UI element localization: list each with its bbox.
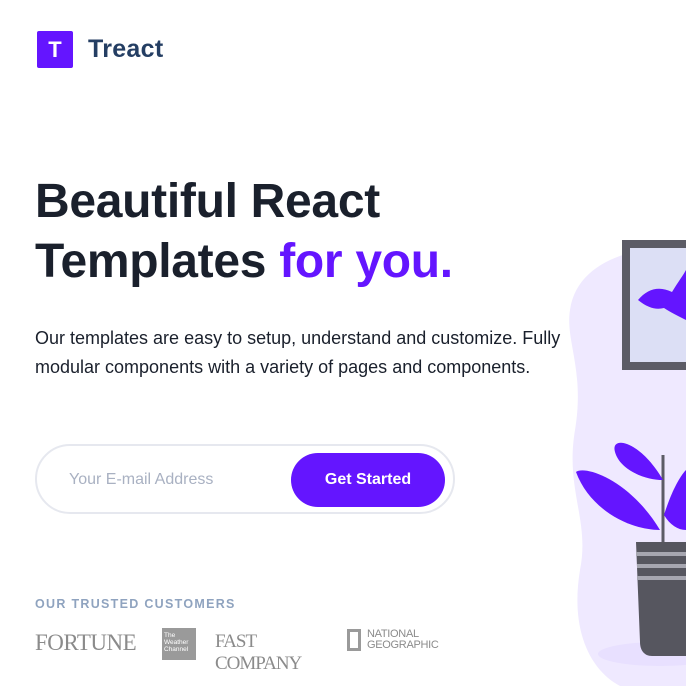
pot-stripe	[637, 564, 686, 568]
natgeo-frame-icon	[347, 629, 361, 651]
get-started-button[interactable]: Get Started	[291, 453, 445, 507]
hero-title-line2: Templates	[35, 235, 267, 288]
landing-page: T Treact Beautiful React Templates for y…	[0, 0, 686, 686]
fast-company-logo: FAST COMPANY	[215, 631, 302, 674]
trusted-customers-label: OUR TRUSTED CUSTOMERS	[35, 597, 236, 611]
national-geographic-logo: NATIONAL GEOGRAPHIC	[347, 629, 447, 651]
fortune-logo: FORTUNE	[35, 630, 137, 655]
brand-logo-icon: T	[37, 31, 73, 68]
brand-name: Treact	[88, 35, 164, 63]
weather-logo-line3: Channel	[164, 646, 189, 653]
plant-pot-icon	[636, 542, 686, 656]
hero-title-line1: Beautiful React	[35, 175, 380, 228]
brand-logo[interactable]: T Treact	[37, 31, 163, 68]
natgeo-line2: GEOGRAPHIC	[367, 639, 439, 651]
signup-form: Get Started	[35, 444, 455, 514]
hero-title-accent: for you.	[279, 235, 453, 288]
natgeo-text: NATIONAL GEOGRAPHIC	[367, 629, 447, 651]
weather-logo-line1: The	[164, 632, 176, 639]
weather-logo-line2: Weather	[164, 639, 189, 646]
hero-heading: Beautiful React Templates for you.	[35, 172, 453, 292]
pot-stripe	[636, 552, 686, 556]
weather-channel-logo: The Weather Channel	[162, 628, 196, 660]
hero-illustration	[569, 240, 686, 686]
email-input[interactable]	[67, 460, 291, 500]
pot-stripe	[637, 576, 686, 580]
hero-description: Our templates are easy to setup, underst…	[35, 328, 561, 377]
